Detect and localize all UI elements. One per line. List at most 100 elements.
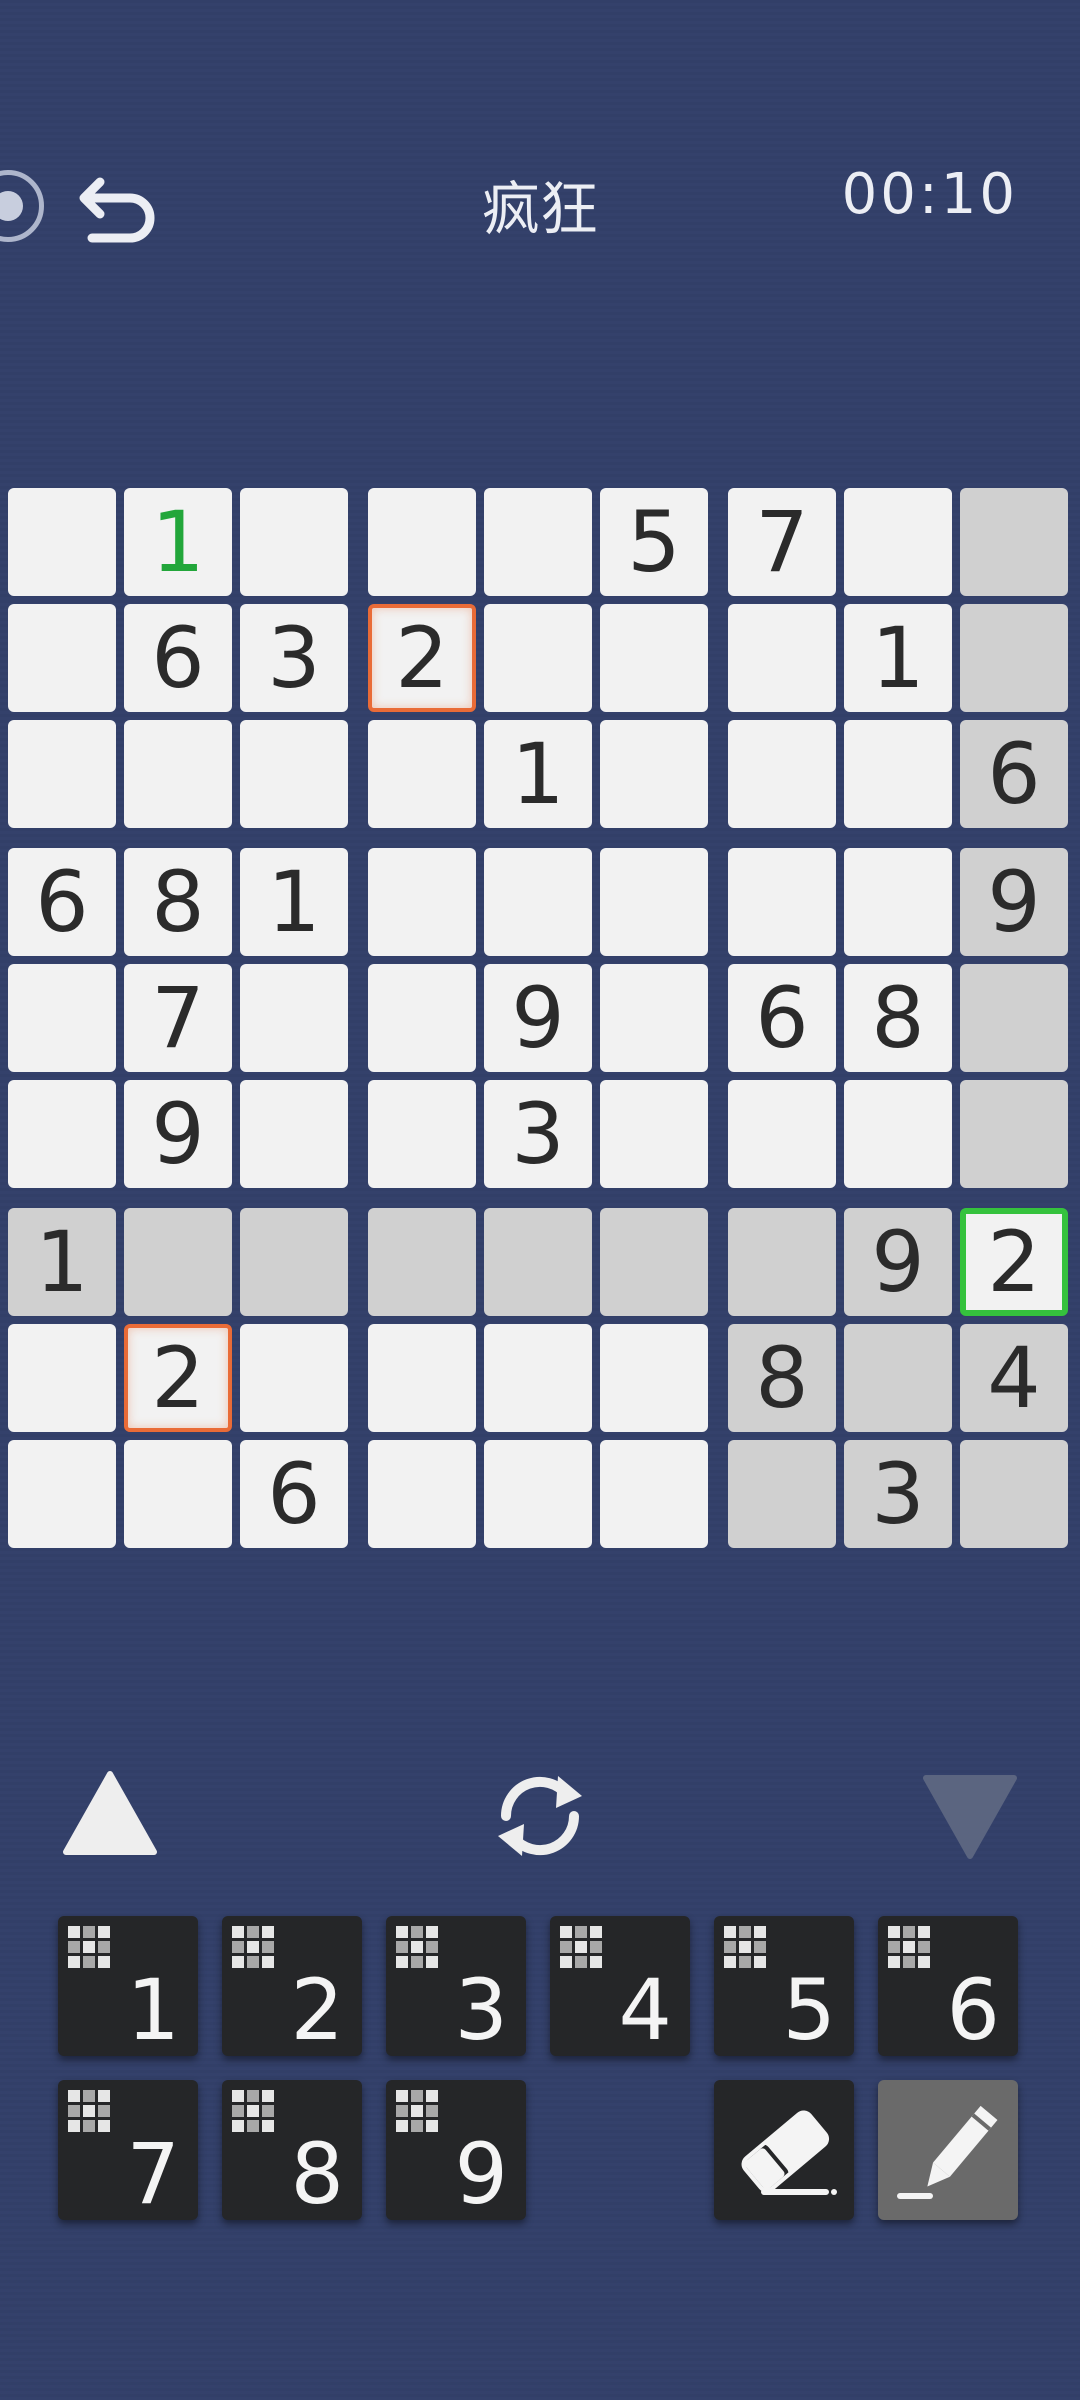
- sudoku-cell[interactable]: [844, 720, 952, 828]
- sudoku-cell[interactable]: [240, 488, 348, 596]
- sudoku-cell[interactable]: [844, 488, 952, 596]
- sudoku-cell[interactable]: [368, 1324, 476, 1432]
- sudoku-cell[interactable]: [8, 488, 116, 596]
- sudoku-cell[interactable]: 3: [844, 1440, 952, 1548]
- sudoku-cell[interactable]: [844, 1324, 952, 1432]
- sudoku-cell[interactable]: 1: [240, 848, 348, 956]
- sudoku-cell[interactable]: 7: [124, 964, 232, 1072]
- notes-grid-icon: [232, 1926, 276, 1970]
- sudoku-cell[interactable]: [728, 848, 836, 956]
- sudoku-cell[interactable]: [844, 848, 952, 956]
- sudoku-cell[interactable]: [368, 1080, 476, 1188]
- sudoku-cell[interactable]: [484, 488, 592, 596]
- sudoku-cell[interactable]: [728, 720, 836, 828]
- sudoku-cell[interactable]: [124, 1440, 232, 1548]
- sudoku-cell[interactable]: [484, 604, 592, 712]
- sudoku-cell[interactable]: 4: [960, 1324, 1068, 1432]
- sudoku-cell[interactable]: [240, 1080, 348, 1188]
- digit-key-4[interactable]: 4: [550, 1916, 690, 2056]
- sudoku-cell[interactable]: [484, 1440, 592, 1548]
- sudoku-cell[interactable]: [368, 964, 476, 1072]
- sudoku-cell[interactable]: [8, 1080, 116, 1188]
- sudoku-cell[interactable]: [240, 1208, 348, 1316]
- sudoku-cell[interactable]: 9: [124, 1080, 232, 1188]
- sudoku-cell[interactable]: [960, 964, 1068, 1072]
- sudoku-cell[interactable]: [600, 1440, 708, 1548]
- refresh-icon[interactable]: [486, 1766, 594, 1866]
- sudoku-cell[interactable]: 6: [728, 964, 836, 1072]
- sudoku-cell[interactable]: 6: [8, 848, 116, 956]
- sudoku-cell[interactable]: [368, 488, 476, 596]
- triangle-down-icon[interactable]: [920, 1770, 1020, 1862]
- sudoku-cell[interactable]: 9: [484, 964, 592, 1072]
- sudoku-cell[interactable]: [960, 1080, 1068, 1188]
- sudoku-cell[interactable]: [728, 604, 836, 712]
- sudoku-cell[interactable]: [844, 1080, 952, 1188]
- sudoku-cell[interactable]: [960, 488, 1068, 596]
- digit-key-9[interactable]: 9: [386, 2080, 526, 2220]
- sudoku-cell[interactable]: 1: [124, 488, 232, 596]
- sudoku-cell[interactable]: 2: [124, 1324, 232, 1432]
- digit-key-2[interactable]: 2: [222, 1916, 362, 2056]
- sudoku-cell[interactable]: [728, 1080, 836, 1188]
- sudoku-cell[interactable]: [368, 1440, 476, 1548]
- sudoku-cell[interactable]: 1: [484, 720, 592, 828]
- sudoku-cell[interactable]: [124, 720, 232, 828]
- digit-key-7[interactable]: 7: [58, 2080, 198, 2220]
- sudoku-cell[interactable]: [8, 964, 116, 1072]
- sudoku-cell[interactable]: 3: [484, 1080, 592, 1188]
- sudoku-cell[interactable]: [960, 1440, 1068, 1548]
- sudoku-cell[interactable]: 8: [728, 1324, 836, 1432]
- sudoku-cell[interactable]: 6: [960, 720, 1068, 828]
- sudoku-cell[interactable]: [960, 604, 1068, 712]
- sudoku-cell[interactable]: [600, 1080, 708, 1188]
- sudoku-cell[interactable]: [728, 1440, 836, 1548]
- sudoku-cell[interactable]: [8, 1324, 116, 1432]
- sudoku-cell[interactable]: 8: [124, 848, 232, 956]
- sudoku-cell[interactable]: [484, 1324, 592, 1432]
- sudoku-cell[interactable]: 1: [8, 1208, 116, 1316]
- sudoku-cell[interactable]: [8, 720, 116, 828]
- sudoku-cell[interactable]: [600, 720, 708, 828]
- sudoku-cell[interactable]: [240, 964, 348, 1072]
- sudoku-cell[interactable]: [484, 848, 592, 956]
- sudoku-cell[interactable]: [8, 604, 116, 712]
- sudoku-cell[interactable]: 9: [844, 1208, 952, 1316]
- sudoku-cell[interactable]: 3: [240, 604, 348, 712]
- digit-key-5[interactable]: 5: [714, 1916, 854, 2056]
- digit-key-label: 6: [946, 1961, 1000, 2059]
- digit-key-label: 4: [618, 1961, 672, 2059]
- sudoku-cell[interactable]: [600, 604, 708, 712]
- sudoku-cell[interactable]: 2: [960, 1208, 1068, 1316]
- sudoku-cell[interactable]: 9: [960, 848, 1068, 956]
- sudoku-cell[interactable]: [368, 1208, 476, 1316]
- sudoku-cell[interactable]: [600, 1324, 708, 1432]
- sudoku-cell[interactable]: [600, 964, 708, 1072]
- sudoku-cell[interactable]: [600, 848, 708, 956]
- sudoku-cell[interactable]: 6: [124, 604, 232, 712]
- triangle-up-icon[interactable]: [60, 1768, 160, 1860]
- digit-key-label: 5: [782, 1961, 836, 2059]
- sudoku-cell[interactable]: [368, 720, 476, 828]
- sudoku-cell[interactable]: 2: [368, 604, 476, 712]
- sudoku-cell[interactable]: 1: [844, 604, 952, 712]
- sudoku-cell[interactable]: [368, 848, 476, 956]
- sudoku-cell[interactable]: [240, 720, 348, 828]
- sudoku-cell[interactable]: [240, 1324, 348, 1432]
- sudoku-cell[interactable]: [124, 1208, 232, 1316]
- digit-key-8[interactable]: 8: [222, 2080, 362, 2220]
- digit-key-3[interactable]: 3: [386, 1916, 526, 2056]
- eraser-button[interactable]: [714, 2080, 854, 2220]
- sudoku-cell[interactable]: 7: [728, 488, 836, 596]
- sudoku-cell[interactable]: [8, 1440, 116, 1548]
- sudoku-cell[interactable]: 8: [844, 964, 952, 1072]
- sudoku-cell[interactable]: [484, 1208, 592, 1316]
- sudoku-cell[interactable]: [728, 1208, 836, 1316]
- digit-key-1[interactable]: 1: [58, 1916, 198, 2056]
- sudoku-cell[interactable]: 6: [240, 1440, 348, 1548]
- pencil-button[interactable]: [878, 2080, 1018, 2220]
- top-bar: 疯狂 00:10: [0, 140, 1080, 260]
- digit-key-6[interactable]: 6: [878, 1916, 1018, 2056]
- sudoku-cell[interactable]: [600, 1208, 708, 1316]
- sudoku-cell[interactable]: 5: [600, 488, 708, 596]
